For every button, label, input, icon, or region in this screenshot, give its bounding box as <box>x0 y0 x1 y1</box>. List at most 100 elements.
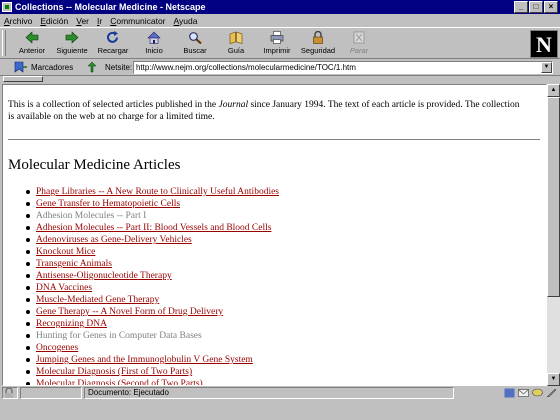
stop-button[interactable]: Parar <box>339 29 379 59</box>
article-link[interactable]: Muscle-Mediated Gene Therapy <box>36 295 159 305</box>
search-icon <box>189 32 202 44</box>
stop-button-label: Parar <box>349 46 369 55</box>
menu-archivo[interactable]: Archivo <box>4 16 32 26</box>
home-button[interactable]: Inicio <box>134 29 174 59</box>
article-list-item: Antisense-Oligonucleotide Therapy <box>26 270 279 282</box>
composer-icon[interactable] <box>546 388 557 398</box>
article-list: Phage Libraries -- A New Route to Clinic… <box>26 186 279 385</box>
url-dropdown-button[interactable]: ▼ <box>541 62 552 73</box>
home-icon <box>147 31 161 44</box>
window-bottom-border <box>0 400 560 420</box>
navigator-icon[interactable] <box>504 388 515 398</box>
netscape-logo[interactable]: N <box>530 30 558 58</box>
scroll-up-button[interactable]: ▲ <box>547 84 560 97</box>
article-link[interactable]: DNA Vaccines <box>36 283 92 293</box>
menu-ayuda[interactable]: Ayuda <box>174 16 198 26</box>
article-list-item: Molecular Diagnosis (Second of Two Parts… <box>26 378 279 385</box>
search-button[interactable]: Buscar <box>175 29 215 59</box>
article-list-item: DNA Vaccines <box>26 282 279 294</box>
navigation-toolbar: Anterior Siguiente Recargar Inicio Busca… <box>0 27 560 59</box>
security-status-cell[interactable] <box>2 387 18 399</box>
article-link[interactable]: Oncogenes <box>36 343 78 353</box>
page-content: This is a collection of selected article… <box>2 84 547 386</box>
scroll-down-button[interactable]: ▼ <box>547 373 560 386</box>
article-link[interactable]: Molecular Diagnosis (Second of Two Parts… <box>36 379 203 385</box>
netscape-app-icon[interactable] <box>2 2 12 12</box>
article-link[interactable]: Phage Libraries -- A New Route to Clinic… <box>36 187 279 197</box>
forward-button[interactable]: Siguiente <box>52 29 92 59</box>
article-list-item: Phage Libraries -- A New Route to Clinic… <box>26 186 279 198</box>
article-link[interactable]: Gene Therapy -- A Novel Form of Drug Del… <box>36 307 223 317</box>
horizontal-rule <box>8 139 540 141</box>
back-button[interactable]: Anterior <box>12 29 52 59</box>
toolbar-grip-handle[interactable] <box>2 30 6 56</box>
security-status-icon <box>5 387 13 398</box>
minimize-button[interactable]: _ <box>514 1 528 13</box>
article-link[interactable]: Adhesion Molecules -- Part II: Blood Ves… <box>36 223 271 233</box>
journal-name: Journal <box>218 100 249 110</box>
article-list-item: Transgenic Animals <box>26 258 279 270</box>
url-input[interactable]: http://www.nejm.org/collections/molecula… <box>133 61 553 74</box>
toolbar-collapse-strip <box>0 76 560 83</box>
page-heading: Molecular Medicine Articles <box>8 157 181 173</box>
page-proxy-icon[interactable] <box>86 61 98 73</box>
back-button-label: Anterior <box>18 46 46 55</box>
progress-cell <box>20 387 82 399</box>
reload-button-label: Recargar <box>97 46 129 55</box>
home-button-label: Inicio <box>145 46 163 55</box>
article-list-item: Adhesion Molecules -- Part II: Blood Ves… <box>26 222 279 234</box>
vertical-scrollbar[interactable]: ▲ ▼ <box>547 84 560 386</box>
maximize-button[interactable]: □ <box>529 1 543 13</box>
mail-icon[interactable] <box>518 388 529 398</box>
close-button[interactable]: × <box>544 1 558 13</box>
status-text: Documento: Ejecutado <box>84 387 454 399</box>
intro-paragraph: This is a collection of selected article… <box>8 99 528 123</box>
article-link[interactable]: Knockout Mice <box>36 247 95 257</box>
article-link[interactable]: Jumping Genes and the Immunoglobulin V G… <box>36 355 253 365</box>
menu-ir[interactable]: Ir <box>97 16 102 26</box>
article-link[interactable]: Adhesion Molecules -- Part I <box>36 211 146 221</box>
article-list-item: Oncogenes <box>26 342 279 354</box>
menu-communicator[interactable]: Communicator <box>110 16 165 26</box>
article-link[interactable]: Recognizing DNA <box>36 319 107 329</box>
location-label: Netsite: <box>105 63 133 72</box>
security-button[interactable]: Seguridad <box>298 29 338 59</box>
stop-icon <box>353 31 365 44</box>
menu-edicion[interactable]: Edición <box>40 16 68 26</box>
search-button-label: Buscar <box>183 46 207 55</box>
guide-button[interactable]: Guía <box>216 29 256 59</box>
bookmarks-button[interactable]: Marcadores <box>14 61 73 73</box>
article-list-item: Gene Transfer to Hematopoietic Cells <box>26 198 279 210</box>
article-link[interactable]: Transgenic Animals <box>36 259 112 269</box>
bookmarks-icon <box>14 61 27 73</box>
article-link[interactable]: Adenoviruses as Gene-Delivery Vehicles <box>36 235 192 245</box>
reload-icon <box>107 31 118 43</box>
article-list-item: Adenoviruses as Gene-Delivery Vehicles <box>26 234 279 246</box>
window-title: Collections -- Molecular Medicine - Nets… <box>15 2 206 12</box>
discussion-icon[interactable] <box>532 388 543 398</box>
menu-bar: Archivo Edición Ver Ir Communicator Ayud… <box>0 14 560 27</box>
forward-button-label: Siguiente <box>56 46 88 55</box>
forward-arrow-icon <box>65 31 79 44</box>
menu-ver[interactable]: Ver <box>76 16 89 26</box>
collapse-tab[interactable] <box>3 76 43 82</box>
print-icon <box>270 31 284 44</box>
bookmarks-label: Marcadores <box>31 62 74 72</box>
url-text: http://www.nejm.org/collections/molecula… <box>136 63 356 72</box>
location-bar: Marcadores Netsite: http://www.nejm.org/… <box>0 59 560 76</box>
article-link[interactable]: Gene Transfer to Hematopoietic Cells <box>36 199 180 209</box>
security-button-label: Seguridad <box>300 46 336 55</box>
component-bar <box>504 388 557 398</box>
guide-button-label: Guía <box>227 46 245 55</box>
article-link[interactable]: Molecular Diagnosis (First of Two Parts) <box>36 367 192 377</box>
article-link[interactable]: Hunting for Genes in Computer Data Bases <box>36 331 202 341</box>
guide-icon <box>229 31 243 44</box>
print-button[interactable]: Imprimir <box>257 29 297 59</box>
reload-button[interactable]: Recargar <box>93 29 133 59</box>
article-list-item: Knockout Mice <box>26 246 279 258</box>
article-list-item: Adhesion Molecules -- Part I <box>26 210 279 222</box>
scroll-thumb[interactable] <box>547 97 560 297</box>
article-list-item: Molecular Diagnosis (First of Two Parts) <box>26 366 279 378</box>
intro-text-start: This is a collection of selected article… <box>8 100 219 110</box>
article-link[interactable]: Antisense-Oligonucleotide Therapy <box>36 271 172 281</box>
